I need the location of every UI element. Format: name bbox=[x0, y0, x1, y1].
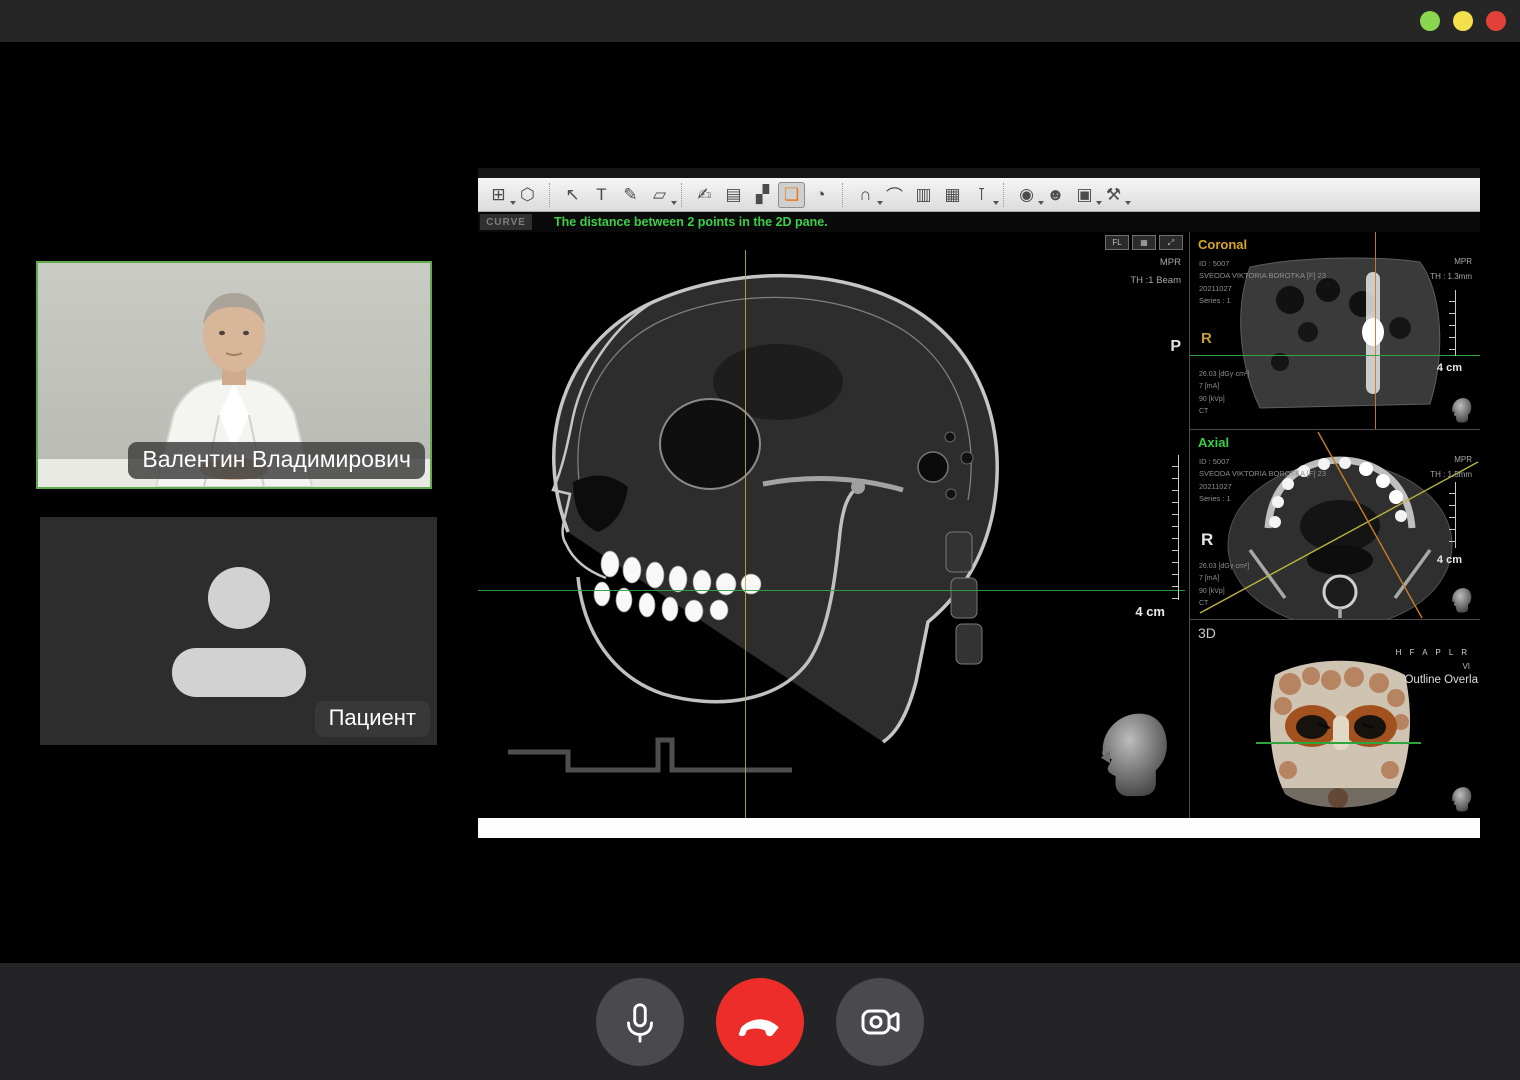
axial-scale-ruler bbox=[1446, 482, 1456, 548]
axial-scale-label: 4 cm bbox=[1437, 554, 1462, 566]
image-adjust-icon[interactable]: ▤ bbox=[720, 182, 747, 208]
shared-app-top-edge bbox=[478, 168, 1480, 178]
patient-avatar-body bbox=[172, 648, 306, 697]
window-minimize-button[interactable] bbox=[1420, 11, 1440, 31]
microphone-icon bbox=[617, 999, 663, 1045]
report-edit-icon[interactable]: ✍ bbox=[691, 182, 718, 208]
window-close-button[interactable] bbox=[1486, 11, 1506, 31]
volume-head-orientation-icon[interactable] bbox=[1450, 786, 1472, 812]
axial-modality-block: MPR TH : 1.5mm bbox=[1430, 452, 1472, 482]
patient-name-label: Пациент bbox=[315, 701, 430, 737]
volume-render-icon[interactable]: ⬡ bbox=[514, 182, 541, 208]
coronal-scale-label: 4 cm bbox=[1437, 362, 1462, 374]
dropdown-caret-icon bbox=[993, 201, 999, 205]
camera-button[interactable] bbox=[836, 978, 924, 1066]
toolbar-separator bbox=[1003, 183, 1005, 207]
status-message: The distance between 2 points in the 2D … bbox=[554, 215, 828, 229]
coronal-meta: ID : 5007 SVEODA VIKTORIA BOROTKA [F] 23… bbox=[1199, 258, 1326, 308]
axial-dose-info: 26.03 [dGy·cm²] 7 [mA] 90 [kVp] CT bbox=[1199, 561, 1249, 611]
panorama-icon[interactable]: ▥ bbox=[910, 182, 937, 208]
microphone-button[interactable] bbox=[596, 978, 684, 1066]
viewer-statusbar: CURVE The distance between 2 points in t… bbox=[478, 212, 1480, 232]
viewer-toolbar: ⊞⬡ ↖T✎▱ ✍▤▞❏◔ ∩⌒▥▦⊺ ◉☻▣⚒ bbox=[478, 178, 1480, 212]
camera-icon bbox=[856, 998, 904, 1046]
capture-icon[interactable]: ◉ bbox=[1013, 182, 1040, 208]
implant-icon[interactable]: ⊺ bbox=[968, 182, 995, 208]
call-controls-bar bbox=[0, 963, 1520, 1080]
layout-icon[interactable]: ▣ bbox=[1071, 182, 1098, 208]
volume-view-label: VI bbox=[1462, 662, 1470, 671]
shapes-tool-icon[interactable]: ▱ bbox=[646, 182, 673, 208]
sagittal-modality: MPR bbox=[1130, 254, 1181, 272]
sagittal-thickness: TH :1 Beam bbox=[1130, 272, 1181, 290]
sagittal-scale-label: 4 cm bbox=[1135, 604, 1165, 619]
arc-measure-icon[interactable]: ∩ bbox=[852, 182, 879, 208]
patient-video-tile[interactable]: Пациент bbox=[40, 517, 437, 745]
coronal-modality-block: MPR TH : 1.3mm bbox=[1430, 254, 1472, 284]
crosshair-horizontal-line[interactable] bbox=[478, 590, 1185, 591]
histogram-icon[interactable]: ▞ bbox=[749, 182, 776, 208]
sagittal-meta: MPR TH :1 Beam bbox=[1130, 254, 1181, 290]
sagittal-head-orientation-icon[interactable] bbox=[1095, 710, 1169, 798]
dropdown-caret-icon bbox=[1125, 201, 1131, 205]
history-icon[interactable]: ◔ bbox=[807, 182, 834, 208]
patient-info-icon[interactable]: ☻ bbox=[1042, 182, 1069, 208]
axial-right-marker: R bbox=[1201, 530, 1213, 550]
toolbar-separator bbox=[681, 183, 683, 207]
sagittal-scale-ruler bbox=[1169, 455, 1179, 600]
axial-head-orientation-icon[interactable] bbox=[1450, 587, 1472, 613]
coronal-axis-horizontal-line[interactable] bbox=[1190, 355, 1480, 356]
cross-section-icon[interactable]: ▦ bbox=[939, 182, 966, 208]
grid-3d-icon[interactable]: ⊞ bbox=[485, 182, 512, 208]
volume-3d-title: 3D bbox=[1198, 625, 1216, 641]
grid-button[interactable]: ▦ bbox=[1132, 235, 1156, 250]
window-titlebar bbox=[0, 0, 1520, 42]
flip-button[interactable]: FL bbox=[1105, 235, 1129, 250]
doctor-name-label: Валентин Владимирович bbox=[128, 442, 425, 479]
sagittal-pane-buttons: FL ▦ ⤢ bbox=[1105, 235, 1183, 250]
video-call-window: { "window": { "traffic_lights": {"green"… bbox=[0, 0, 1520, 1080]
window-restore-button[interactable] bbox=[1453, 11, 1473, 31]
crosshair-vertical-line[interactable] bbox=[745, 250, 746, 818]
window-controls bbox=[1420, 11, 1506, 31]
axial-meta: ID : 5007 SVEODA VIKTORIA BOROTKA [F] 23… bbox=[1199, 456, 1326, 506]
end-call-icon bbox=[735, 997, 785, 1047]
toolbar-separator bbox=[549, 183, 551, 207]
coronal-title: Coronal bbox=[1198, 237, 1247, 252]
patient-avatar-head bbox=[208, 567, 270, 629]
pencil-tool-icon[interactable]: ✎ bbox=[617, 182, 644, 208]
coronal-pane[interactable]: Coronal ID : 5007 SVEODA VIKTORIA BOROTK… bbox=[1190, 232, 1480, 430]
expand-button[interactable]: ⤢ bbox=[1159, 235, 1183, 250]
dropdown-caret-icon bbox=[671, 201, 677, 205]
overlay-icon[interactable]: ❏ bbox=[778, 182, 805, 208]
shared-app-bottom-bar bbox=[478, 818, 1480, 838]
volume-3d-pane[interactable]: 3D H F A P L R VI Outline Overla bbox=[1190, 620, 1480, 818]
coronal-scale-ruler bbox=[1446, 290, 1456, 356]
coronal-axis-vertical-line[interactable] bbox=[1375, 232, 1376, 430]
curve-mode-chip[interactable]: CURVE bbox=[480, 214, 532, 230]
arch-curve-icon[interactable]: ⌒ bbox=[881, 182, 908, 208]
cursor-icon[interactable]: ↖ bbox=[559, 182, 586, 208]
viewer-grid: FL ▦ ⤢ MPR TH :1 Beam P 4 cm bbox=[478, 232, 1480, 818]
volume-clip-line[interactable] bbox=[1256, 742, 1421, 744]
settings-icon[interactable]: ⚒ bbox=[1100, 182, 1127, 208]
end-call-button[interactable] bbox=[716, 978, 804, 1066]
doctor-video-tile[interactable]: Валентин Владимирович bbox=[36, 261, 432, 489]
sagittal-pane[interactable]: FL ▦ ⤢ MPR TH :1 Beam P 4 cm bbox=[478, 232, 1190, 818]
outline-overlay-label[interactable]: Outline Overla bbox=[1404, 674, 1478, 686]
coronal-head-orientation-icon[interactable] bbox=[1450, 397, 1472, 423]
coronal-right-marker: R bbox=[1201, 330, 1212, 347]
toolbar-separator bbox=[842, 183, 844, 207]
axial-pane[interactable]: Axial ID : 5007 SVEODA VIKTORIA BOROTKA … bbox=[1190, 430, 1480, 620]
volume-orientation-letters: H F A P L R bbox=[1396, 648, 1470, 657]
screen-share-view: ⊞⬡↖T✎▱✍▤▞❏◔∩⌒▥▦⊺◉☻▣⚒ CURVE The distance … bbox=[478, 168, 1480, 838]
axial-title: Axial bbox=[1198, 435, 1229, 450]
coronal-dose-info: 26.03 [dGy·cm²] 7 [mA] 90 [kVp] CT bbox=[1199, 369, 1249, 419]
posterior-orientation-marker: P bbox=[1170, 338, 1181, 356]
sagittal-ct-image bbox=[478, 232, 1190, 818]
text-tool-icon[interactable]: T bbox=[588, 182, 615, 208]
